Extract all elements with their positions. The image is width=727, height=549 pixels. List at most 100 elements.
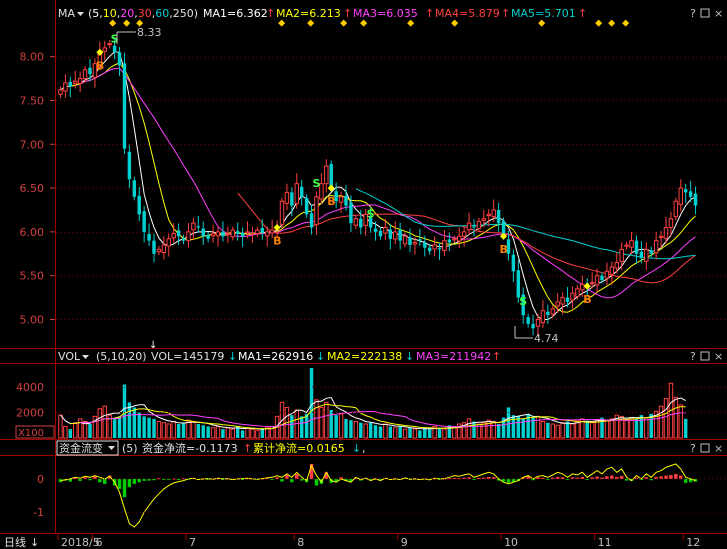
volume-bar[interactable] bbox=[77, 418, 83, 439]
candle[interactable] bbox=[634, 235, 639, 265]
volume-bar[interactable] bbox=[191, 420, 196, 439]
volume-bar[interactable] bbox=[290, 415, 294, 438]
flow-bar[interactable] bbox=[580, 476, 585, 479]
volume-bar[interactable] bbox=[63, 426, 68, 439]
volume-bar[interactable] bbox=[142, 416, 146, 438]
volume-bar[interactable] bbox=[319, 406, 324, 439]
flow-close-icon[interactable]: × bbox=[714, 442, 723, 455]
flow-help-icon[interactable]: ? bbox=[690, 442, 696, 455]
candle[interactable] bbox=[161, 236, 167, 260]
volume-bar[interactable] bbox=[353, 420, 359, 439]
candle[interactable] bbox=[186, 223, 191, 248]
volume-bar[interactable] bbox=[437, 427, 442, 438]
volume-bar[interactable] bbox=[511, 415, 516, 438]
candle[interactable] bbox=[486, 209, 491, 227]
volume-bar[interactable] bbox=[201, 425, 205, 438]
flow-indicator-name[interactable]: 资金流变 bbox=[59, 441, 103, 455]
volume-bar[interactable] bbox=[68, 429, 73, 438]
flow-bar[interactable] bbox=[162, 478, 166, 480]
volume-bar[interactable] bbox=[359, 422, 363, 438]
flow-dropdown-icon[interactable] bbox=[108, 446, 115, 450]
flow-bar[interactable] bbox=[285, 474, 289, 479]
volume-bar[interactable] bbox=[206, 426, 210, 438]
event-marker-icon[interactable] bbox=[407, 19, 415, 27]
volume-bar[interactable] bbox=[338, 413, 344, 439]
candle[interactable] bbox=[196, 215, 201, 233]
volume-bar[interactable] bbox=[240, 430, 245, 438]
candlestick-series[interactable] bbox=[58, 36, 698, 337]
flow-bar[interactable] bbox=[98, 478, 102, 483]
volume-bar[interactable] bbox=[555, 424, 560, 439]
volume-bar[interactable] bbox=[506, 407, 511, 438]
volume-bar[interactable] bbox=[481, 422, 487, 439]
volume-bar[interactable] bbox=[658, 405, 664, 439]
volume-bar[interactable] bbox=[132, 407, 137, 438]
volume-bar[interactable] bbox=[663, 398, 669, 439]
volume-bar[interactable] bbox=[58, 414, 63, 439]
candle[interactable] bbox=[393, 221, 398, 245]
volume-bar[interactable] bbox=[491, 420, 496, 439]
volume-bar[interactable] bbox=[344, 418, 348, 438]
stock-chart[interactable]: 8.007.507.006.506.005.505.00 SBBSBSBS B 8… bbox=[0, 0, 727, 549]
flow-bar[interactable] bbox=[103, 478, 107, 484]
candle[interactable] bbox=[452, 235, 457, 243]
flow-bar[interactable] bbox=[117, 478, 122, 489]
volume-close-icon[interactable]: × bbox=[714, 350, 723, 363]
volume-bar[interactable] bbox=[117, 416, 122, 438]
volume-bar[interactable] bbox=[250, 428, 255, 439]
volume-bar[interactable] bbox=[388, 426, 393, 438]
candle[interactable] bbox=[191, 217, 196, 241]
candle[interactable] bbox=[447, 232, 452, 252]
candle[interactable] bbox=[619, 242, 624, 271]
volume-bar[interactable] bbox=[683, 418, 688, 438]
candle[interactable] bbox=[472, 219, 476, 237]
volume-bar[interactable] bbox=[466, 418, 472, 439]
candle[interactable] bbox=[299, 179, 304, 206]
panel-maximize-icon[interactable] bbox=[700, 8, 710, 18]
volume-bar[interactable] bbox=[383, 423, 388, 439]
candle[interactable] bbox=[546, 304, 550, 324]
flow-bar[interactable] bbox=[132, 478, 137, 484]
candle[interactable] bbox=[693, 186, 698, 215]
volume-bar[interactable] bbox=[516, 416, 521, 438]
volume-bar[interactable] bbox=[398, 426, 402, 438]
volume-bar[interactable] bbox=[215, 426, 221, 439]
volume-bar[interactable] bbox=[378, 426, 383, 438]
volume-bar[interactable] bbox=[363, 423, 368, 439]
volume-bar[interactable] bbox=[88, 424, 92, 438]
candle[interactable] bbox=[58, 86, 63, 98]
event-marker-icon[interactable] bbox=[360, 19, 368, 27]
volume-bar[interactable] bbox=[609, 418, 615, 439]
volume-bar[interactable] bbox=[589, 422, 595, 439]
volume-bar[interactable] bbox=[412, 428, 418, 439]
volume-bar[interactable] bbox=[161, 422, 167, 439]
candle[interactable] bbox=[437, 242, 442, 260]
candle[interactable] bbox=[314, 191, 319, 235]
volume-bar[interactable] bbox=[644, 417, 649, 439]
volume-bar[interactable] bbox=[604, 419, 610, 439]
volume-bar[interactable] bbox=[255, 429, 260, 439]
candle[interactable] bbox=[540, 300, 546, 328]
event-marker-icon[interactable] bbox=[451, 19, 459, 27]
candle[interactable] bbox=[629, 231, 634, 255]
event-markers[interactable] bbox=[109, 19, 630, 27]
candle[interactable] bbox=[210, 224, 216, 243]
candle[interactable] bbox=[604, 262, 610, 285]
candle[interactable] bbox=[156, 245, 162, 256]
volume-bar[interactable] bbox=[565, 421, 570, 438]
candle[interactable] bbox=[230, 226, 235, 241]
flow-maximize-icon[interactable] bbox=[700, 443, 710, 453]
volume-bar[interactable] bbox=[546, 422, 550, 438]
price-indicator-name[interactable]: MA bbox=[58, 7, 75, 20]
event-marker-icon[interactable] bbox=[340, 19, 348, 27]
volume-bar[interactable] bbox=[560, 422, 565, 439]
candle[interactable] bbox=[201, 221, 205, 246]
flow-bar[interactable] bbox=[147, 478, 151, 481]
volume-help-icon[interactable]: ? bbox=[690, 350, 696, 363]
candle[interactable] bbox=[378, 227, 383, 240]
volume-bar[interactable] bbox=[181, 422, 186, 438]
event-marker-icon[interactable] bbox=[608, 19, 616, 27]
volume-bar[interactable] bbox=[156, 420, 162, 439]
volume-maximize-icon[interactable] bbox=[700, 351, 710, 361]
candle[interactable] bbox=[166, 233, 171, 257]
